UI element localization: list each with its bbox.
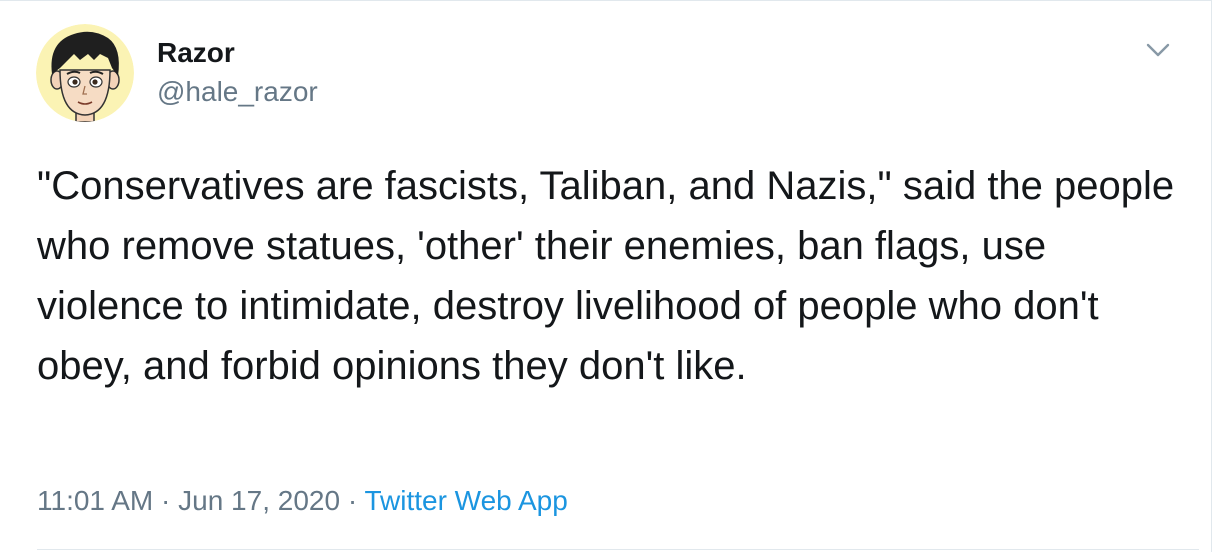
tweet-source-link[interactable]: Twitter Web App (364, 485, 567, 516)
tweet-time[interactable]: 11:01 AM (37, 485, 153, 516)
avatar[interactable] (36, 24, 134, 122)
meta-separator: · (340, 485, 365, 516)
chevron-down-icon (1146, 43, 1170, 57)
cartoon-avatar-icon (36, 24, 134, 122)
tweet-date[interactable]: Jun 17, 2020 (178, 485, 340, 516)
user-handle[interactable]: @hale_razor (157, 74, 318, 110)
divider (37, 549, 1199, 550)
tweet-card: Razor @hale_razor "Conservatives are fas… (0, 0, 1212, 552)
tweet-meta: 11:01 AM · Jun 17, 2020 · Twitter Web Ap… (37, 483, 568, 519)
meta-separator: · (153, 485, 179, 516)
more-options-button[interactable] (1140, 34, 1176, 66)
display-name[interactable]: Razor (157, 35, 235, 71)
tweet-text: "Conservatives are fascists, Taliban, an… (37, 164, 1186, 388)
